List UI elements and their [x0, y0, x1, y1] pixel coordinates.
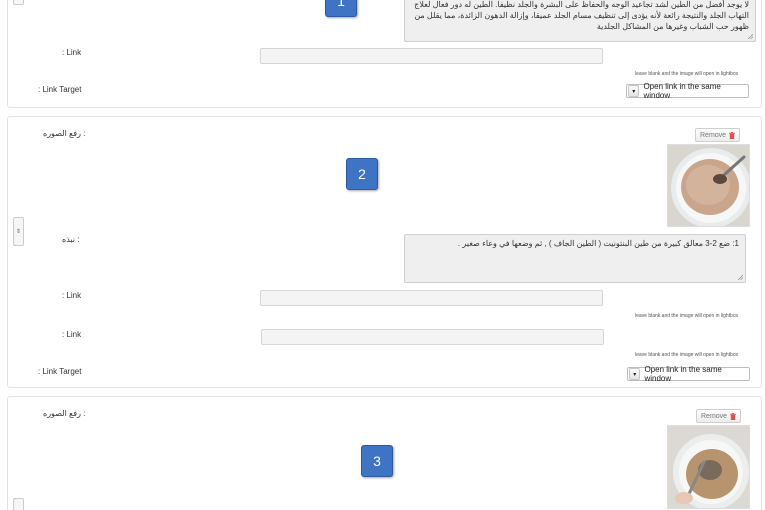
- upload-image-label: رفع الصوره :: [43, 409, 86, 418]
- link-helper-text: leave blank and the image will open in l…: [635, 352, 739, 358]
- slide-panel-1: 1 لا يوجد أفضل من الطين لشد تجاعيد الوجه…: [7, 0, 762, 108]
- description-line: التهاب الجلد والنتيجة رائعة لأنه يؤدى إل…: [414, 11, 749, 20]
- remove-label: Remove: [700, 131, 727, 139]
- resize-grip-icon[interactable]: [747, 33, 753, 39]
- slide-panel-2: رفع الصوره : Remove 2 ⇕ نبذه : 1: ضع 2-3…: [7, 116, 762, 388]
- brief-label: نبذه :: [62, 235, 80, 244]
- image-thumbnail: [667, 425, 750, 509]
- link-target-value: Open link in the same window: [644, 365, 722, 383]
- trash-icon: [729, 131, 736, 139]
- remove-image-button[interactable]: Remove: [695, 128, 741, 142]
- resize-grip-icon[interactable]: [737, 274, 743, 280]
- slide-number: 2: [358, 166, 366, 182]
- image-thumbnail: [667, 144, 750, 227]
- slide-number: 1: [337, 0, 345, 9]
- link-helper-text: leave blank and the image will open in l…: [635, 313, 739, 319]
- link-helper-text: leave blank and the image will open in l…: [635, 71, 739, 77]
- dropdown-arrow-icon: ▾: [629, 368, 641, 380]
- drag-handle[interactable]: [13, 498, 24, 510]
- remove-label: Remove: [701, 412, 728, 420]
- remove-image-button[interactable]: Remove: [696, 409, 742, 423]
- link-input[interactable]: [260, 290, 603, 306]
- link-target-label: : Link Target: [38, 85, 82, 94]
- slide-number-badge: 2: [346, 158, 378, 190]
- slide-panel-3: رفع الصوره : Remove 3: [7, 396, 762, 510]
- link-target-value: Open link in the same window: [643, 82, 721, 100]
- description-textarea[interactable]: لا يوجد أفضل من الطين لشد تجاعيد الوجه و…: [404, 0, 756, 42]
- link-target-label: : Link Target: [38, 367, 82, 376]
- link-input[interactable]: [261, 329, 604, 345]
- description-textarea[interactable]: 1: ضع 2-3 معالق كبيرة من طين البنتونيت (…: [404, 234, 746, 283]
- link-target-select[interactable]: ▾ Open link in the same window: [627, 365, 750, 383]
- dropdown-arrow-icon: ▾: [628, 85, 640, 97]
- upload-image-label: رفع الصوره :: [43, 129, 86, 138]
- clay-bowl-image: [668, 145, 749, 226]
- slide-number-badge: 3: [361, 445, 393, 477]
- drag-handle[interactable]: [13, 0, 24, 5]
- drag-handle[interactable]: ⇕: [13, 217, 24, 246]
- link-label: : Link: [62, 330, 82, 339]
- description-line: 1: ضع 2-3 معالق كبيرة من طين البنتونيت (…: [457, 239, 739, 248]
- link-label: : Link: [62, 291, 82, 300]
- link-label: : Link: [62, 48, 82, 57]
- trash-icon: [730, 412, 737, 420]
- link-target-select[interactable]: ▾ Open link in the same window: [626, 82, 749, 100]
- link-input[interactable]: [260, 48, 603, 64]
- clay-bowl-image: [668, 426, 749, 508]
- slide-number-badge: 1: [325, 0, 357, 17]
- description-line: ظهور حب الشباب وغيرها من المشاكل الجلدية: [596, 22, 749, 31]
- slide-number: 3: [373, 453, 381, 469]
- description-line: لا يوجد أفضل من الطين لشد تجاعيد الوجه و…: [414, 0, 749, 9]
